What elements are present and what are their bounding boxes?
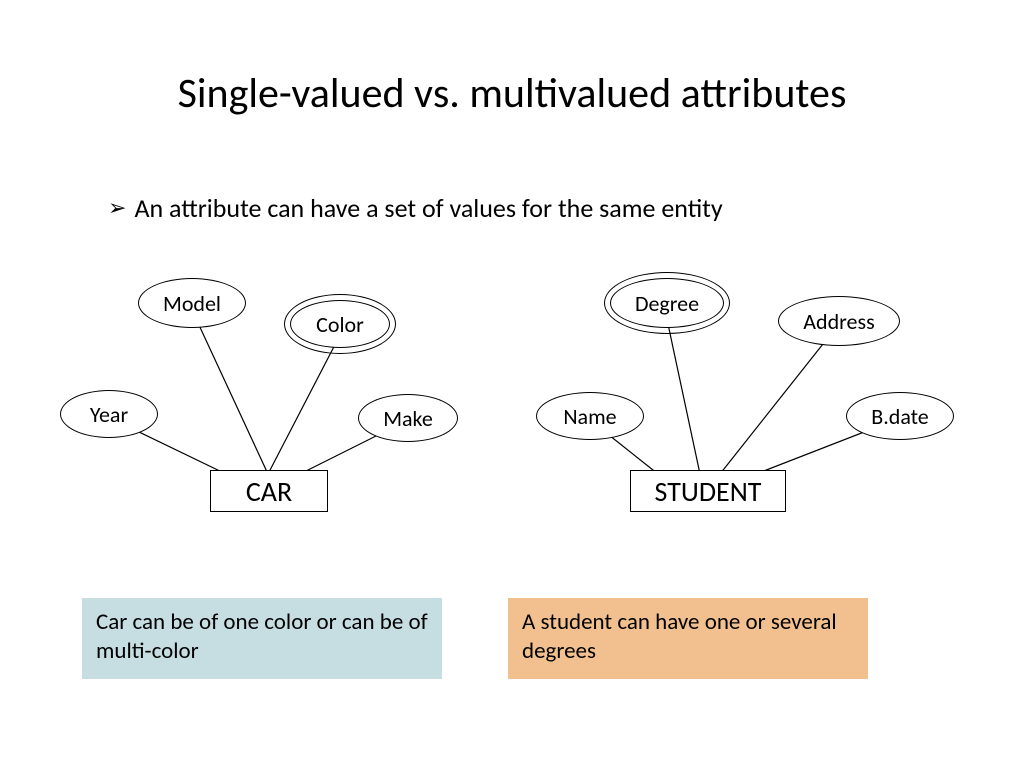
- caption-student: A student can have one or several degree…: [508, 598, 868, 679]
- attr-degree-multivalued: Degree: [610, 278, 724, 328]
- entity-car: CAR: [210, 470, 328, 512]
- entity-student: STUDENT: [630, 470, 786, 512]
- slide-title: Single-valued vs. multivalued attributes: [0, 68, 1024, 119]
- attr-year: Year: [60, 390, 158, 438]
- slide: Single-valued vs. multivalued attributes…: [0, 0, 1024, 768]
- attr-make: Make: [358, 394, 458, 442]
- attr-color-multivalued: Color: [290, 300, 390, 348]
- bullet-text: An attribute can have a set of values fo…: [134, 192, 722, 224]
- attr-bdate: B.date: [846, 392, 954, 440]
- caption-car: Car can be of one color or can be of mul…: [82, 598, 442, 679]
- attr-address: Address: [778, 296, 900, 346]
- bullet-line: ➢ An attribute can have a set of values …: [108, 192, 723, 224]
- er-diagram: Model Color Year Make CAR Degree Address…: [0, 260, 1024, 540]
- attr-model: Model: [138, 278, 246, 328]
- bullet-arrow-icon: ➢: [108, 197, 126, 219]
- attr-name: Name: [536, 392, 644, 440]
